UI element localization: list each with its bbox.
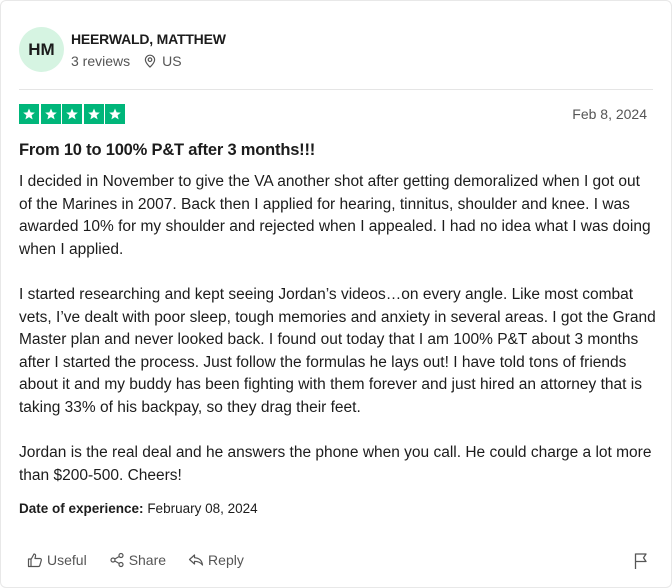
experience-label: Date of experience: <box>19 501 144 516</box>
thumbs-up-icon <box>27 553 42 568</box>
reviewer-header: HM HEERWALD, MATTHEW 3 reviews US <box>19 27 226 72</box>
divider <box>19 89 653 90</box>
experience-date: February 08, 2024 <box>147 501 258 516</box>
star-icon <box>105 104 126 124</box>
share-button[interactable]: Share <box>109 552 166 568</box>
review-card: HM HEERWALD, MATTHEW 3 reviews US Feb 8,… <box>0 0 672 588</box>
review-body: I decided in November to give the VA ano… <box>19 171 657 487</box>
reviewer-info: HEERWALD, MATTHEW 3 reviews US <box>71 30 226 69</box>
star-icon <box>40 104 61 124</box>
review-paragraph: Jordan is the real deal and he answers t… <box>19 444 652 484</box>
star-icon <box>19 104 39 124</box>
location-pin-icon <box>144 54 156 68</box>
report-flag-button[interactable] <box>633 552 649 575</box>
star-icon <box>83 104 104 124</box>
review-date: Feb 8, 2024 <box>572 106 647 122</box>
review-paragraph: I started researching and kept seeing Jo… <box>19 285 656 416</box>
reviews-count: 3 reviews <box>71 53 131 69</box>
avatar[interactable]: HM <box>19 27 64 72</box>
reviewer-name[interactable]: HEERWALD, MATTHEW <box>71 30 226 48</box>
reviewer-location: US <box>144 53 182 69</box>
useful-button[interactable]: Useful <box>27 552 87 568</box>
review-paragraph: I decided in November to give the VA ano… <box>19 173 651 258</box>
date-of-experience: Date of experience: February 08, 2024 <box>19 501 258 516</box>
review-actions: Useful Share Reply <box>27 552 266 568</box>
share-icon <box>110 552 124 568</box>
star-rating <box>19 104 127 124</box>
share-label: Share <box>128 552 167 568</box>
reply-icon <box>188 554 204 566</box>
review-title[interactable]: From 10 to 100% P&T after 3 months!!! <box>19 141 315 160</box>
country-label: US <box>162 53 182 69</box>
reviewer-meta: 3 reviews US <box>71 53 226 69</box>
flag-icon <box>634 553 647 569</box>
reply-button[interactable]: Reply <box>188 552 244 568</box>
useful-label: Useful <box>47 552 87 568</box>
star-icon <box>62 104 83 124</box>
reply-label: Reply <box>208 552 244 568</box>
